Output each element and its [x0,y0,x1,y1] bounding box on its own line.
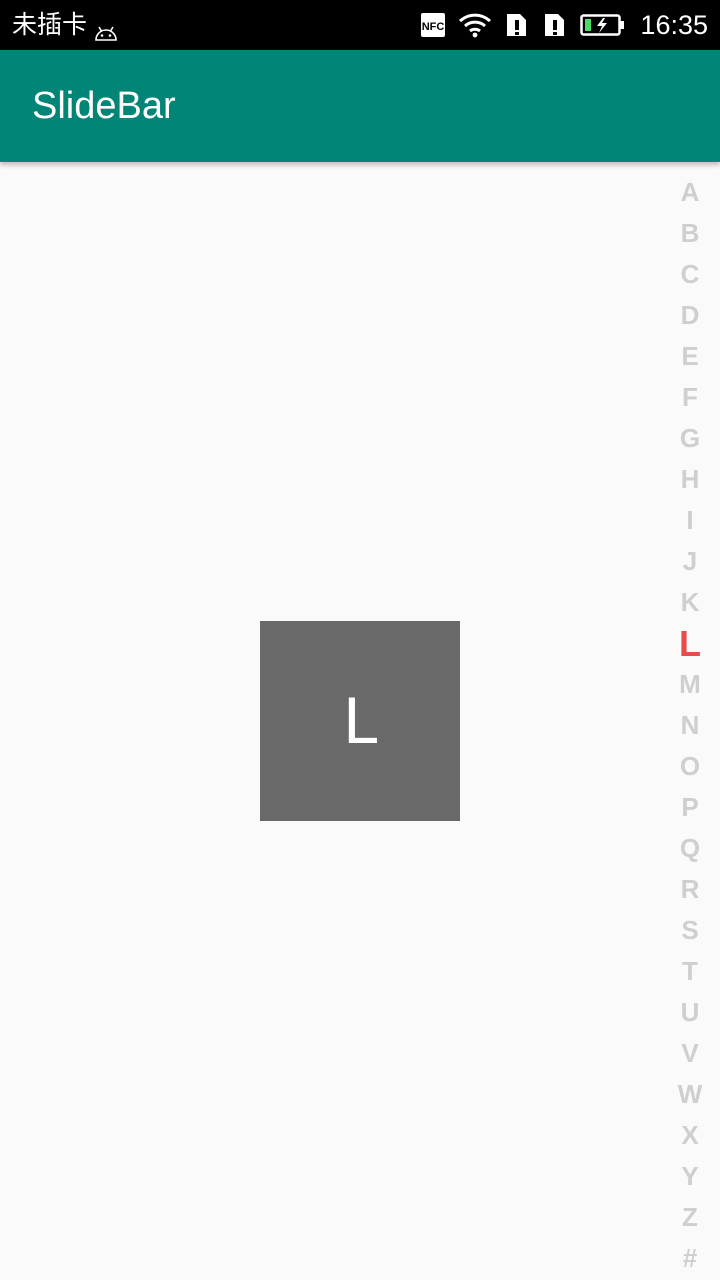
slidebar-letter-h[interactable]: H [660,459,720,500]
slidebar-letter-j[interactable]: J [660,541,720,582]
android-icon [93,17,119,41]
alphabet-slide-bar[interactable]: A B C D E F G H I J K L M N O P Q R S T … [660,172,720,1280]
slidebar-letter-y[interactable]: Y [660,1156,720,1197]
selected-letter-text: L [342,684,378,758]
slidebar-letter-u[interactable]: U [660,992,720,1033]
slidebar-letter-s[interactable]: S [660,910,720,951]
app-title: SlideBar [32,85,176,127]
slidebar-letter-p[interactable]: P [660,787,720,828]
slidebar-letter-o[interactable]: O [660,746,720,787]
app-bar: SlideBar [0,50,720,162]
slidebar-letter-r[interactable]: R [660,869,720,910]
carrier-label: 未插卡 [12,10,88,39]
status-icons: NFC 16:35 [420,8,708,42]
slidebar-letter-i[interactable]: I [660,500,720,541]
slidebar-letter-q[interactable]: Q [660,828,720,869]
sim-alert-icon [504,11,530,39]
nfc-icon: NFC [420,12,446,38]
svg-text:NFC: NFC [422,21,445,33]
status-bar: 未插卡 NFC 16:35 [0,0,720,50]
slidebar-letter-hash[interactable]: # [660,1238,720,1279]
sim-alert-icon [542,11,568,39]
clock: 16:35 [640,10,708,40]
slidebar-letter-d[interactable]: D [660,295,720,336]
slidebar-letter-m[interactable]: M [660,664,720,705]
slidebar-letter-b[interactable]: B [660,213,720,254]
slidebar-letter-k[interactable]: K [660,582,720,623]
carrier-status: 未插卡 [12,9,119,41]
slidebar-letter-a[interactable]: A [660,172,720,213]
slidebar-letter-f[interactable]: F [660,377,720,418]
battery-charging-icon [580,12,626,38]
slidebar-letter-t[interactable]: T [660,951,720,992]
slidebar-letter-w[interactable]: W [660,1074,720,1115]
slidebar-letter-g[interactable]: G [660,418,720,459]
slidebar-letter-l-selected[interactable]: L [660,623,720,664]
selected-letter-overlay: L [260,621,460,821]
slidebar-letter-x[interactable]: X [660,1115,720,1156]
slidebar-letter-z[interactable]: Z [660,1197,720,1238]
wifi-icon [458,12,492,38]
slidebar-letter-e[interactable]: E [660,336,720,377]
slidebar-letter-v[interactable]: V [660,1033,720,1074]
slidebar-letter-c[interactable]: C [660,254,720,295]
slidebar-letter-n[interactable]: N [660,705,720,746]
